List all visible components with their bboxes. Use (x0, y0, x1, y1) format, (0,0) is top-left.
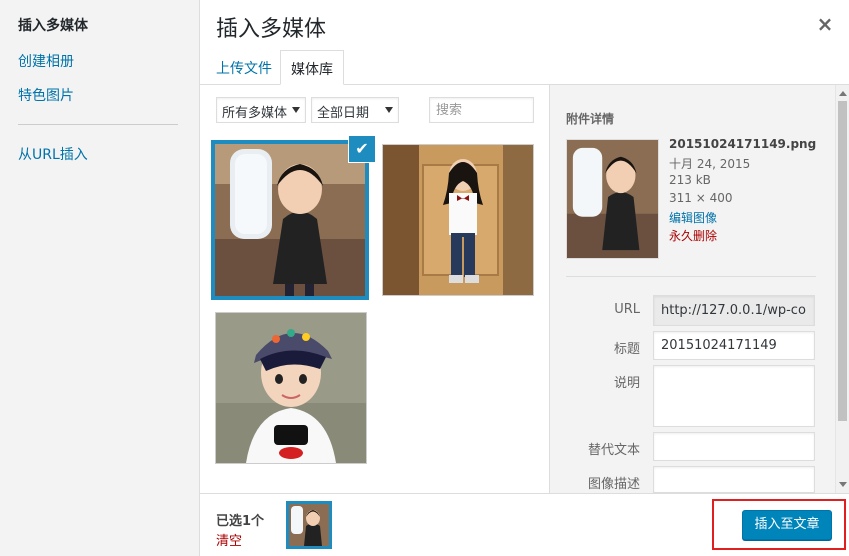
modal-title: 插入多媒体 (216, 17, 327, 42)
caption-field[interactable] (653, 365, 815, 427)
attachment-filename: 20151024171149.png (669, 137, 817, 151)
tab-media-library[interactable]: 媒体库 (280, 50, 344, 85)
clear-selection-link[interactable]: 清空 (216, 530, 242, 549)
attachment-details-title: 附件详情 (566, 112, 615, 126)
title-label: 标题 (613, 342, 640, 357)
description-field[interactable] (653, 466, 815, 493)
attachment-thumbnail-2[interactable] (382, 144, 534, 296)
chevron-down-icon (385, 107, 393, 113)
url-label: URL (614, 302, 640, 317)
scroll-down-icon[interactable] (839, 482, 847, 487)
menu-item-insert-from-url[interactable]: 从URL插入 (18, 144, 88, 164)
girl-standing-image (383, 145, 533, 295)
edit-image-link[interactable]: 编辑图像 (669, 209, 717, 226)
selected-check-icon[interactable]: ✔ (348, 135, 376, 163)
attachment-dimensions: 311 × 400 (669, 191, 733, 205)
description-label: 图像描述 (587, 477, 640, 492)
selection-count: 已选1个 (216, 514, 265, 529)
attachment-thumbnail-3[interactable] (215, 312, 367, 464)
attachment-preview (566, 139, 659, 259)
date-filter-value: 全部日期 (317, 106, 370, 121)
attachment-file-size: 213 kB (669, 173, 711, 187)
delete-permanently-link[interactable]: 永久删除 (669, 227, 717, 244)
attachment-thumbnail-1[interactable] (211, 140, 369, 300)
girl-portrait-image (289, 504, 329, 546)
menu-item-create-gallery[interactable]: 创建相册 (18, 51, 74, 71)
caption-label: 说明 (613, 376, 640, 391)
scroll-up-icon[interactable] (839, 91, 847, 96)
menu-separator (18, 124, 178, 125)
selected-attachment-thumbnail[interactable] (286, 501, 332, 549)
url-field[interactable] (653, 295, 815, 326)
scrollbar-thumb[interactable] (838, 101, 847, 421)
details-divider (566, 276, 816, 277)
menu-item-featured-image[interactable]: 特色图片 (18, 85, 74, 105)
menu-item-insert-media[interactable]: 插入多媒体 (18, 15, 88, 35)
media-type-filter-value: 所有多媒体 (222, 106, 288, 121)
title-field[interactable] (653, 331, 815, 360)
insert-into-post-button[interactable]: 插入至文章 (742, 510, 832, 540)
attachment-date: 十月 24, 2015 (669, 157, 751, 171)
media-type-filter[interactable]: 所有多媒体 (216, 97, 306, 123)
chevron-down-icon (292, 107, 300, 113)
girl-portrait-image (567, 140, 658, 258)
alt-text-label: 替代文本 (587, 443, 640, 458)
close-icon[interactable]: × (814, 12, 836, 36)
tab-upload-files[interactable]: 上传文件 (206, 50, 282, 85)
girl-with-cap-image (216, 313, 366, 463)
details-scrollbar[interactable] (835, 85, 849, 493)
alt-text-field[interactable] (653, 432, 815, 461)
date-filter[interactable]: 全部日期 (311, 97, 399, 123)
girl-portrait-image (215, 144, 365, 296)
media-search-input[interactable] (429, 97, 534, 123)
media-menu: 插入多媒体 创建相册 特色图片 从URL插入 (0, 0, 200, 556)
